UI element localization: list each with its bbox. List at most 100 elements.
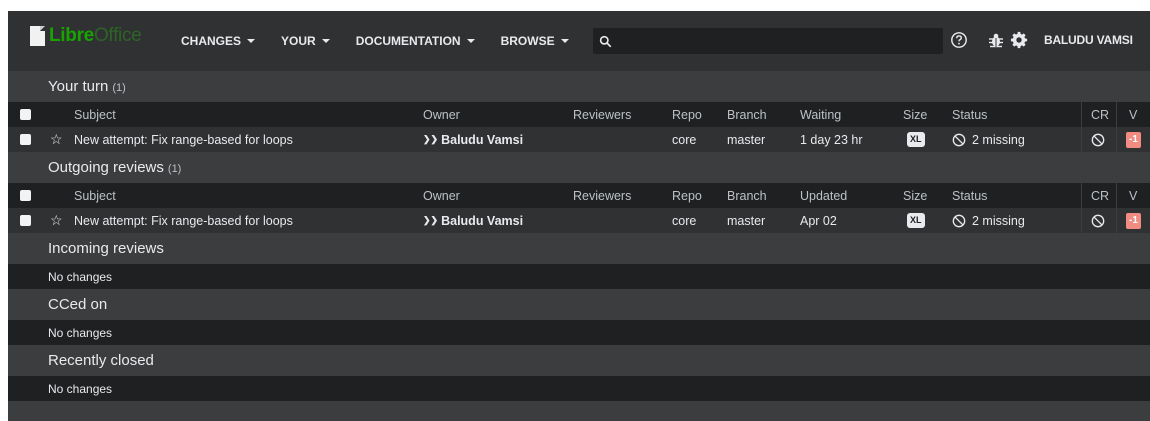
blocked-icon [952, 214, 966, 227]
section-title-cced: CCed on [8, 289, 1150, 320]
account-menu[interactable]: BALUDU VAMSI [1044, 33, 1133, 47]
table-header-row: Subject Owner Reviewers Repo Branch Wait… [8, 102, 1150, 127]
verified-cell: -1 [1126, 208, 1141, 233]
header-subject[interactable]: Subject [74, 183, 116, 208]
bug-icon[interactable] [988, 32, 1004, 48]
column-divider [1081, 102, 1082, 127]
select-all-checkbox[interactable] [20, 190, 31, 201]
blocked-icon [952, 133, 966, 146]
header-size[interactable]: Size [903, 102, 927, 127]
section-title-outgoing: Outgoing reviews (1) [8, 152, 1150, 183]
branch-link[interactable]: master [727, 208, 765, 233]
app-window: LibreOffice CHANGES YOUR DOCUMENTATION B… [8, 11, 1150, 421]
nav-documentation[interactable]: DOCUMENTATION [356, 34, 475, 48]
branch-link[interactable]: master [727, 127, 765, 152]
header-waiting[interactable]: Waiting [800, 102, 841, 127]
nav-browse[interactable]: BROWSE [501, 34, 569, 48]
header-v[interactable]: V [1129, 183, 1137, 208]
status-cell: 2 missing [952, 127, 1025, 152]
column-divider [1081, 208, 1082, 233]
nav-changes[interactable]: CHANGES [181, 34, 256, 48]
owner-cell[interactable]: ❯❯ Baludu Vamsi [423, 127, 523, 152]
help-icon[interactable] [950, 31, 968, 49]
search-input[interactable] [618, 29, 943, 53]
logo-text: LibreOffice [49, 25, 142, 46]
change-subject-link[interactable]: New attempt: Fix range-based for loops [74, 208, 293, 233]
section-title-incoming: Incoming reviews [8, 233, 1150, 264]
column-divider [1116, 208, 1117, 233]
size-cell: XL [907, 127, 925, 152]
header-status[interactable]: Status [952, 183, 987, 208]
table-header-row: Subject Owner Reviewers Repo Branch Upda… [8, 183, 1150, 208]
cr-blocked-icon [1091, 127, 1105, 152]
select-all-cell [20, 102, 31, 127]
header-repo[interactable]: Repo [672, 183, 702, 208]
column-divider [1116, 183, 1117, 208]
header-subject[interactable]: Subject [74, 102, 116, 127]
caret-down-icon [560, 39, 569, 43]
column-divider [1116, 102, 1117, 127]
caret-down-icon [321, 39, 330, 43]
empty-message: No changes [8, 320, 1150, 345]
waiting-time: 1 day 23 hr [800, 132, 863, 147]
select-cell [20, 208, 31, 233]
status-text: 2 missing [972, 132, 1025, 147]
verified-vote-badge: -1 [1126, 131, 1141, 148]
star-icon[interactable]: ☆ [50, 127, 63, 152]
size-badge: XL [907, 132, 925, 147]
select-all-cell [20, 183, 31, 208]
header-branch[interactable]: Branch [727, 183, 767, 208]
section-count: (1) [112, 82, 126, 94]
verified-vote-badge: -1 [1126, 212, 1141, 229]
owner-arrow-icon: ❯❯ [423, 215, 439, 225]
header-reviewers[interactable]: Reviewers [573, 102, 631, 127]
cr-blocked-icon [1091, 208, 1105, 233]
main-nav: CHANGES YOUR DOCUMENTATION BROWSE [181, 11, 595, 71]
status-text: 2 missing [972, 213, 1025, 228]
caret-down-icon [466, 39, 475, 43]
header-updated[interactable]: Updated [800, 183, 847, 208]
row-checkbox[interactable] [20, 215, 31, 226]
status-cell: 2 missing [952, 208, 1025, 233]
select-all-checkbox[interactable] [20, 109, 31, 120]
column-divider [1081, 127, 1082, 152]
section-count: (1) [167, 163, 182, 175]
search-bar[interactable] [593, 28, 943, 54]
libreoffice-logo[interactable]: LibreOffice [30, 25, 142, 47]
header-owner[interactable]: Owner [423, 102, 460, 127]
search-icon [599, 35, 612, 47]
select-cell [20, 127, 31, 152]
header-branch[interactable]: Branch [727, 102, 767, 127]
row-checkbox[interactable] [20, 134, 31, 145]
repo-link[interactable]: core [672, 208, 696, 233]
header-size[interactable]: Size [903, 183, 927, 208]
caret-down-icon [247, 39, 256, 43]
size-badge: XL [907, 213, 925, 228]
column-divider [1081, 183, 1082, 208]
updated-time: Apr 02 [800, 213, 837, 228]
change-row[interactable]: ☆ New attempt: Fix range-based for loops… [8, 208, 1150, 233]
nav-your[interactable]: YOUR [281, 34, 330, 48]
owner-cell[interactable]: ❯❯ Baludu Vamsi [423, 208, 523, 233]
star-icon[interactable]: ☆ [50, 208, 63, 233]
header-status[interactable]: Status [952, 102, 987, 127]
header-cr[interactable]: CR [1091, 102, 1109, 127]
empty-message: No changes [8, 264, 1150, 289]
section-title-your-turn: Your turn (1) [8, 71, 1150, 102]
gear-icon[interactable] [1010, 31, 1028, 49]
repo-link[interactable]: core [672, 127, 696, 152]
header-reviewers[interactable]: Reviewers [573, 183, 631, 208]
size-cell: XL [907, 208, 925, 233]
change-row[interactable]: ☆ New attempt: Fix range-based for loops… [8, 127, 1150, 152]
header-v[interactable]: V [1129, 102, 1137, 127]
document-logo-icon [30, 26, 45, 46]
change-subject-link[interactable]: New attempt: Fix range-based for loops [74, 127, 293, 152]
header-repo[interactable]: Repo [672, 102, 702, 127]
verified-cell: -1 [1126, 127, 1141, 152]
column-divider [1116, 127, 1117, 152]
top-header: LibreOffice CHANGES YOUR DOCUMENTATION B… [8, 11, 1150, 71]
empty-message: No changes [8, 376, 1150, 401]
section-title-recently-closed: Recently closed [8, 345, 1150, 376]
header-owner[interactable]: Owner [423, 183, 460, 208]
header-cr[interactable]: CR [1091, 183, 1109, 208]
